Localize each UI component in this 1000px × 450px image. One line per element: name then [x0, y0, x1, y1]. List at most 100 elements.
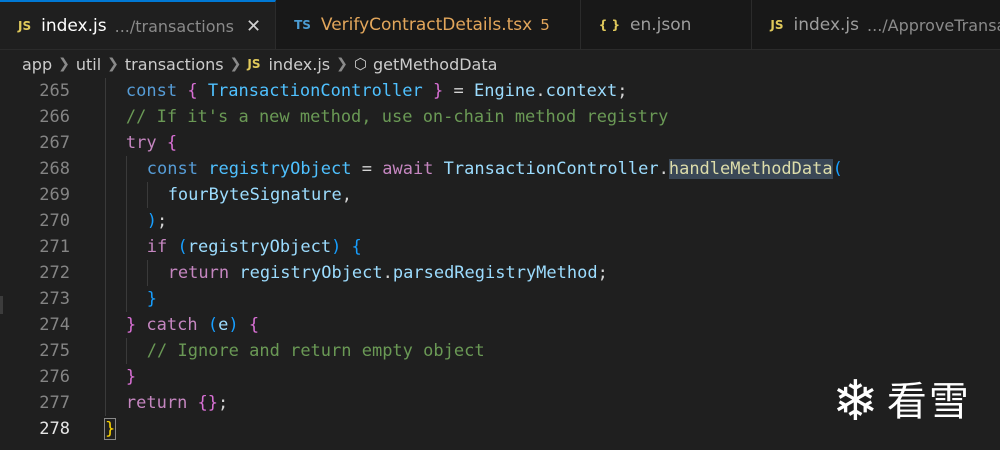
- code-token: {: [166, 133, 178, 153]
- indent-guide: [125, 182, 127, 208]
- code-line[interactable]: 270);: [0, 208, 1000, 234]
- code-token: try: [125, 133, 167, 153]
- close-icon[interactable]: ✕: [246, 16, 261, 37]
- breadcrumb-item-util[interactable]: util: [76, 55, 101, 74]
- code-text: const registryObject = await Transaction…: [147, 156, 843, 182]
- indent-guide: [125, 208, 127, 234]
- code-token: // Ignore and return empty object: [146, 341, 485, 361]
- indent-guide: [105, 286, 106, 312]
- code-line[interactable]: 272 return registryObject.parsedRegistryM…: [0, 260, 1000, 286]
- tab-label: VerifyContractDetails.tsx: [320, 15, 533, 35]
- code-line[interactable]: 268 const registryObject = await Transact…: [0, 156, 1000, 182]
- code-token: ;: [218, 393, 229, 413]
- indent-guide: [146, 182, 148, 208]
- code-text: }: [147, 286, 157, 312]
- line-number: 276: [39, 367, 70, 387]
- code-token: const: [146, 159, 209, 179]
- breadcrumb-item-symbol[interactable]: getMethodData: [373, 55, 497, 74]
- method-symbol-icon: ⬡: [353, 55, 367, 73]
- watermark: ❄ 看雪: [832, 370, 971, 434]
- code-token: registryObject: [208, 159, 352, 179]
- code-line[interactable]: 273}: [0, 286, 1000, 312]
- code-token: (: [207, 315, 219, 335]
- code-text: } catch (e) {: [126, 312, 259, 338]
- line-number: 269: [39, 185, 70, 205]
- code-token: Engine: [473, 81, 536, 101]
- json-file-icon: { }: [598, 18, 620, 32]
- code-line[interactable]: 267 try {: [0, 130, 1000, 156]
- indent-guide: [105, 208, 106, 234]
- code-token: }: [125, 315, 137, 335]
- chevron-right-icon: ❯: [107, 56, 119, 72]
- code-token: e: [218, 315, 229, 335]
- code-text: );: [147, 208, 168, 234]
- watermark-text: 看雪: [886, 379, 971, 425]
- code-token: }: [146, 289, 158, 309]
- code-token: ): [146, 211, 158, 231]
- indent-guide: [105, 364, 106, 390]
- code-token: ;: [157, 211, 168, 231]
- snowflake-icon: ❄: [832, 369, 879, 434]
- code-token: // If it's a new method, use on-chain me…: [125, 107, 669, 127]
- indent-guide: [125, 286, 127, 312]
- code-text: // Ignore and return empty object: [147, 338, 485, 364]
- code-token: ;: [617, 81, 628, 101]
- indent-guide: [105, 390, 106, 416]
- indent-guide: [125, 156, 127, 182]
- code-line[interactable]: 275 // Ignore and return empty object: [0, 338, 1000, 364]
- indent-guide: [125, 234, 127, 260]
- indent-guide: [105, 338, 106, 364]
- line-number: 275: [39, 341, 70, 361]
- tab-index-js-approve-transaction[interactable]: JS index.js .../ApproveTransactionRe: [752, 0, 1000, 49]
- indent-guide: [105, 78, 106, 104]
- indent-guide: [105, 234, 106, 260]
- code-token: .: [658, 159, 669, 179]
- code-text: return registryObject.parsedRegistryMeth…: [168, 260, 608, 286]
- line-number: 277: [39, 393, 70, 413]
- tab-en-json[interactable]: { } en.json: [580, 0, 753, 49]
- code-text: return {};: [126, 390, 228, 416]
- javascript-file-icon: JS: [18, 19, 32, 33]
- code-token: {: [248, 315, 260, 335]
- problems-count-badge: 5: [540, 16, 550, 34]
- breadcrumb-item-transactions[interactable]: transactions: [125, 55, 224, 74]
- indent-guide: [125, 338, 127, 364]
- code-token: await: [382, 159, 444, 179]
- tab-verify-contract-details[interactable]: TS VerifyContractDetails.tsx 5: [276, 0, 581, 49]
- breadcrumb-item-app[interactable]: app: [22, 55, 52, 74]
- line-number: 271: [39, 237, 70, 257]
- tab-label: index.js: [41, 16, 107, 36]
- code-text: try {: [126, 130, 177, 156]
- indent-guide: [105, 260, 106, 286]
- code-line[interactable]: 271 if (registryObject) {: [0, 234, 1000, 260]
- tab-index-js-transactions[interactable]: JS index.js .../transactions ✕: [0, 0, 277, 49]
- indent-guide: [105, 182, 106, 208]
- code-line[interactable]: 265 const { TransactionController } = Eng…: [0, 78, 1000, 104]
- indent-guide: [105, 130, 106, 156]
- code-line[interactable]: 266 // If it's a new method, use on-chain…: [0, 104, 1000, 130]
- tab-path: .../transactions: [114, 16, 234, 36]
- line-number: 267: [39, 133, 70, 153]
- code-line[interactable]: 274} catch (e) {: [0, 312, 1000, 338]
- line-number: 270: [39, 211, 70, 231]
- code-token: .: [535, 81, 546, 101]
- code-token: return: [125, 393, 198, 413]
- code-token: ): [228, 315, 239, 335]
- code-text: const { TransactionController } = Engine…: [126, 78, 628, 104]
- indent-guide: [105, 104, 106, 130]
- code-token: {: [351, 237, 362, 257]
- chevron-right-icon: ❯: [58, 56, 70, 72]
- code-line[interactable]: 269 fourByteSignature,: [0, 182, 1000, 208]
- code-token: (: [832, 159, 843, 179]
- code-token: }: [103, 418, 117, 440]
- code-token: catch: [146, 315, 208, 335]
- code-text: }: [126, 364, 136, 390]
- code-token: {: [187, 81, 198, 101]
- line-number: 278: [39, 419, 70, 439]
- javascript-file-icon: JS: [770, 18, 784, 32]
- breadcrumb-item-file[interactable]: index.js: [268, 55, 330, 74]
